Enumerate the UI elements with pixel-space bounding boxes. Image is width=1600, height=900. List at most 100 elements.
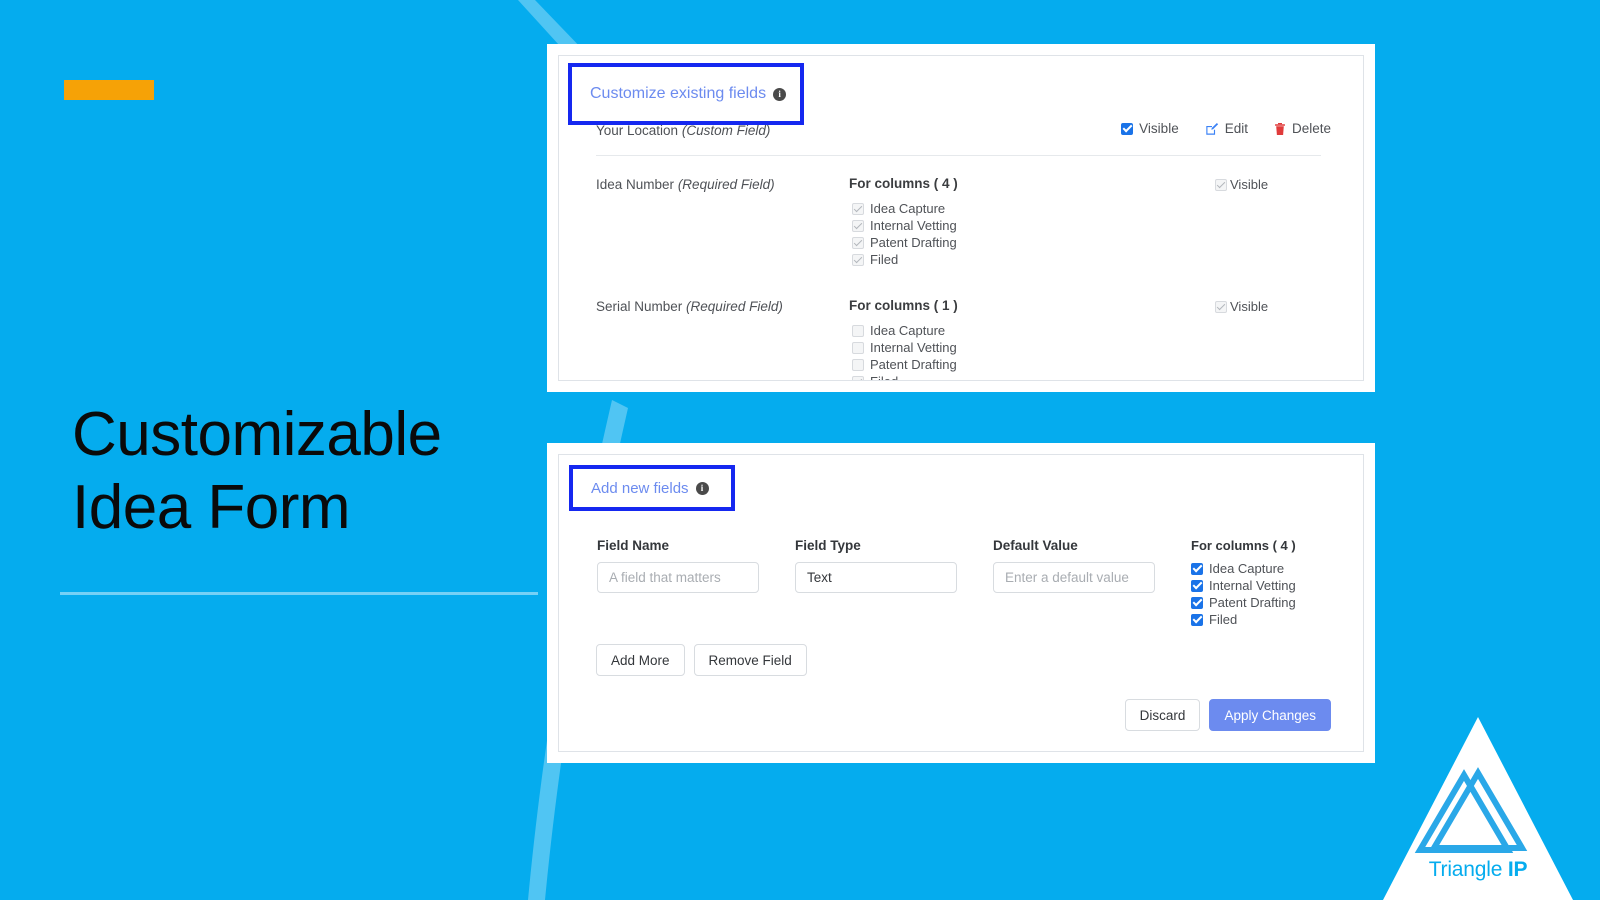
default-value-group: Default Value bbox=[993, 538, 1155, 593]
field-name-group: Field Name bbox=[597, 538, 759, 593]
accent-bar bbox=[64, 80, 154, 100]
add-new-fields-header-highlight: Add new fields i bbox=[569, 465, 735, 511]
delete-button-your-location[interactable]: Delete bbox=[1274, 121, 1331, 136]
edit-label: Edit bbox=[1224, 121, 1248, 136]
page-title-line-2: Idea Form bbox=[72, 473, 351, 543]
for-columns-group: For columns ( 4 ) Idea Capture Internal … bbox=[1191, 538, 1296, 628]
visible-label: Visible bbox=[1230, 177, 1269, 192]
field-name-serial-number: Serial Number (Required Field) bbox=[596, 299, 783, 314]
visible-checkbox[interactable] bbox=[1215, 300, 1227, 313]
column-label: Internal Vetting bbox=[1209, 578, 1296, 593]
column-checkbox-idea-capture[interactable]: Idea Capture bbox=[852, 200, 958, 217]
column-label: Internal Vetting bbox=[870, 340, 957, 355]
apply-changes-button[interactable]: Apply Changes bbox=[1209, 699, 1331, 731]
column-label: Internal Vetting bbox=[870, 218, 957, 233]
delete-label: Delete bbox=[1291, 121, 1331, 136]
pencil-square-icon[interactable] bbox=[1205, 122, 1219, 136]
customize-existing-fields-header-highlight: Customize existing fields i bbox=[568, 63, 804, 125]
columns-checkbox-list-idea-number: Idea Capture Internal Vetting Patent Dra… bbox=[852, 200, 958, 268]
slide-canvas: Customizable Idea Form Customize existin… bbox=[0, 0, 1600, 900]
add-new-fields-title: Add new fields bbox=[591, 479, 689, 497]
trash-icon[interactable] bbox=[1274, 122, 1286, 136]
add-new-fields-panel: Add new fields i Field Name Field Type D… bbox=[558, 454, 1364, 752]
visible-label: Visible bbox=[1139, 121, 1179, 136]
logo-name-bold: IP bbox=[1507, 858, 1528, 881]
column-label: Filed bbox=[1209, 612, 1238, 627]
column-checkbox-internal-vetting[interactable]: Internal Vetting bbox=[852, 339, 958, 356]
checkbox-box[interactable] bbox=[852, 375, 864, 380]
checkbox-box[interactable] bbox=[852, 253, 864, 266]
add-more-button[interactable]: Add More bbox=[596, 644, 685, 676]
checkbox-box[interactable] bbox=[852, 324, 864, 337]
column-label: Patent Drafting bbox=[870, 235, 957, 250]
page-title: Customizable Idea Form bbox=[72, 398, 542, 544]
checkbox-box[interactable] bbox=[1191, 562, 1203, 575]
default-value-label: Default Value bbox=[993, 538, 1078, 553]
logo-name-light: Triangle bbox=[1428, 858, 1508, 881]
row-actions-your-location: Visible Edit Delete bbox=[1121, 121, 1331, 136]
columns-header-idea-number: For columns ( 4 ) bbox=[849, 176, 958, 191]
for-columns-checkbox-idea-capture[interactable]: Idea Capture bbox=[1191, 560, 1296, 577]
logo-wordmark: Triangle IP bbox=[1383, 858, 1573, 882]
column-label: Patent Drafting bbox=[1209, 595, 1296, 610]
checkbox-box[interactable] bbox=[852, 219, 864, 232]
checkbox-box[interactable] bbox=[1191, 579, 1203, 592]
visible-toggle-idea-number[interactable]: Visible bbox=[1215, 177, 1268, 192]
columns-checkbox-list-serial-number: Idea Capture Internal Vetting Patent Dra… bbox=[852, 322, 958, 380]
discard-button[interactable]: Discard bbox=[1124, 699, 1201, 731]
checkbox-box[interactable] bbox=[852, 358, 864, 371]
default-value-input[interactable] bbox=[993, 562, 1155, 593]
column-checkbox-filed[interactable]: Filed bbox=[852, 373, 958, 380]
visible-toggle-your-location[interactable]: Visible bbox=[1121, 121, 1179, 136]
column-label: Idea Capture bbox=[870, 201, 946, 216]
column-label: Filed bbox=[870, 374, 898, 380]
edit-button-your-location[interactable]: Edit bbox=[1205, 121, 1248, 136]
column-label: Patent Drafting bbox=[870, 357, 957, 372]
column-checkbox-patent-drafting[interactable]: Patent Drafting bbox=[852, 234, 958, 251]
visible-label: Visible bbox=[1230, 299, 1269, 314]
checkbox-box[interactable] bbox=[1191, 613, 1203, 626]
field-name-idea-number: Idea Number (Required Field) bbox=[596, 177, 775, 192]
columns-header-serial-number: For columns ( 1 ) bbox=[849, 298, 958, 313]
field-actions-row: Add More Remove Field bbox=[596, 644, 807, 676]
column-checkbox-filed[interactable]: Filed bbox=[852, 251, 958, 268]
for-columns-header: For columns ( 4 ) bbox=[1191, 538, 1296, 553]
columns-group-serial-number: For columns ( 1 ) Idea Capture Internal … bbox=[849, 298, 958, 380]
info-icon[interactable]: i bbox=[773, 87, 787, 101]
customize-existing-fields-card: Customize existing fields i Your Locatio… bbox=[547, 44, 1375, 392]
form-submit-row: Discard Apply Changes bbox=[1124, 699, 1331, 731]
column-checkbox-internal-vetting[interactable]: Internal Vetting bbox=[852, 217, 958, 234]
field-type-group: Field Type bbox=[795, 538, 957, 593]
column-checkbox-patent-drafting[interactable]: Patent Drafting bbox=[852, 356, 958, 373]
field-type-input[interactable] bbox=[795, 562, 957, 593]
column-label: Idea Capture bbox=[1209, 561, 1285, 576]
column-checkbox-idea-capture[interactable]: Idea Capture bbox=[852, 322, 958, 339]
field-name-label: Field Name bbox=[597, 538, 670, 553]
visible-checkbox[interactable] bbox=[1215, 178, 1227, 191]
hero-divider bbox=[60, 592, 538, 595]
triangle-ip-logo: Triangle IP bbox=[1383, 717, 1573, 900]
for-columns-checkbox-patent-drafting[interactable]: Patent Drafting bbox=[1191, 594, 1296, 611]
customize-existing-fields-title: Customize existing fields bbox=[590, 85, 767, 102]
info-icon[interactable]: i bbox=[695, 481, 709, 495]
columns-group-idea-number: For columns ( 4 ) Idea Capture Internal … bbox=[849, 176, 958, 268]
visible-checkbox[interactable] bbox=[1121, 122, 1134, 135]
column-label: Idea Capture bbox=[870, 323, 946, 338]
for-columns-checkbox-internal-vetting[interactable]: Internal Vetting bbox=[1191, 577, 1296, 594]
add-new-fields-card: Add new fields i Field Name Field Type D… bbox=[547, 443, 1375, 763]
visible-toggle-serial-number[interactable]: Visible bbox=[1215, 299, 1268, 314]
field-type-label: Field Type bbox=[795, 538, 861, 553]
field-name-your-location: Your Location (Custom Field) bbox=[596, 123, 771, 138]
page-title-line-1: Customizable bbox=[72, 400, 442, 469]
for-columns-checkbox-list: Idea Capture Internal Vetting Patent Dra… bbox=[1191, 560, 1296, 628]
checkbox-box[interactable] bbox=[852, 341, 864, 354]
checkbox-box[interactable] bbox=[852, 236, 864, 249]
checkbox-box[interactable] bbox=[1191, 596, 1203, 609]
customize-existing-fields-panel: Customize existing fields i Your Locatio… bbox=[558, 55, 1364, 381]
remove-field-button[interactable]: Remove Field bbox=[693, 644, 807, 676]
field-name-input[interactable] bbox=[597, 562, 759, 593]
for-columns-checkbox-filed[interactable]: Filed bbox=[1191, 611, 1296, 628]
column-label: Filed bbox=[870, 252, 899, 267]
row-divider bbox=[596, 155, 1321, 156]
checkbox-box[interactable] bbox=[852, 202, 864, 215]
